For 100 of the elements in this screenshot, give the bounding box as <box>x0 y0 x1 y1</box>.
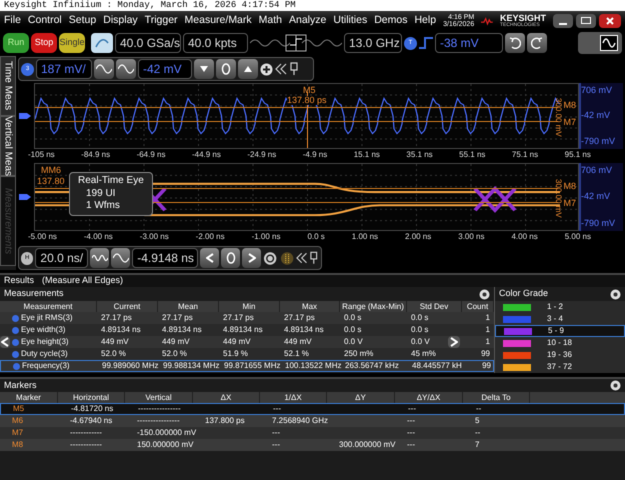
menu-item[interactable]: Setup <box>68 12 96 28</box>
table-cell: --- <box>272 440 280 449</box>
table-cell: 1 <box>486 324 490 336</box>
marker-row[interactable]: M7 ------------ -150.000000 mV --- --- -- <box>0 427 625 439</box>
info-text: 1 Wfms <box>85 200 121 212</box>
pin-icon[interactable] <box>309 251 319 265</box>
rising-edge-icon <box>419 36 433 50</box>
x-axis-label: -64.9 ns <box>136 149 166 161</box>
display-mode-button[interactable] <box>578 32 622 54</box>
menu-item[interactable]: Trigger <box>144 12 178 28</box>
table-cell: M6 <box>12 416 24 425</box>
measurement-row[interactable]: Frequency(3) 99.989060 MHz 99.988134 MHz 99.871655 MHz 100.13522 MHz 263.56747 kHz 48.445577 kH 99 <box>0 360 494 372</box>
undo-button[interactable] <box>505 33 525 53</box>
zoom-in-button[interactable] <box>111 248 130 268</box>
menu-item[interactable]: Demos <box>374 12 408 28</box>
table-cell: 4.89134 ns <box>101 324 141 336</box>
menu-item[interactable]: Control <box>28 12 62 28</box>
scroll-right-button[interactable] <box>242 248 262 268</box>
vertical-offset-field[interactable]: -42 mV <box>138 59 192 79</box>
menu-item[interactable]: Help <box>414 12 436 28</box>
bandwidth-field[interactable]: 13.0 GHz <box>344 33 402 53</box>
window-title: Keysight Infiniium : Monday, March 16, 2026 4:17:54 PM <box>0 0 625 11</box>
table-cell: M5 <box>13 404 24 413</box>
x-axis-label: 4.00 ns <box>511 231 538 243</box>
color-grade-row[interactable]: 3 - 4 <box>495 313 625 325</box>
x-axis-label: -2.00 ns <box>196 231 225 243</box>
table-cell: 250 m% <box>344 348 374 360</box>
color-grade-row[interactable]: 19 - 36 <box>495 349 625 361</box>
time-position-field[interactable]: -4.9148 ns <box>132 248 198 268</box>
center-button[interactable] <box>216 59 236 79</box>
table-cell: 52.0 % <box>101 348 126 360</box>
table-cell: 263.56747 kHz <box>345 360 399 372</box>
next-button[interactable] <box>448 336 460 348</box>
menu-item[interactable]: Display <box>103 12 138 28</box>
marker-label: M7 <box>563 197 576 210</box>
logo-icon <box>481 14 493 26</box>
table-cell: 0.0 s <box>411 312 428 324</box>
vertical-scale-field[interactable]: 187 mV/ <box>36 59 92 79</box>
table-cell: 7 <box>475 440 480 449</box>
minimize-button[interactable] <box>553 14 573 28</box>
marker-row[interactable]: M6 -4.67940 ns ---------------- 137.800 ps 7.2568940 GHz --- 5 <box>0 415 625 427</box>
filter-button[interactable] <box>116 59 136 79</box>
close-button[interactable] <box>599 14 621 28</box>
marker-row[interactable]: M5 -4.81720 ns ---------------- --- --- -- <box>0 403 625 415</box>
marker-row[interactable]: M8 ------------ 150.000000 mV --- 300.000000 mV --- 7 <box>0 439 625 451</box>
autoscale-button[interactable] <box>91 33 113 53</box>
zoom-out-button[interactable] <box>90 248 110 268</box>
x-axis-label: -1.00 ns <box>252 231 280 243</box>
side-tab[interactable]: Time Meas <box>0 56 16 116</box>
collapse-icon[interactable] <box>275 63 287 75</box>
measurement-row[interactable]: Eye height(3) 449 mV 449 mV 449 mV 449 mV 0.0 V 0.0 V 1 <box>0 336 494 348</box>
pin-icon[interactable] <box>289 62 299 76</box>
timebase-icon[interactable] <box>280 250 294 266</box>
center-button[interactable] <box>221 248 240 268</box>
menu-item[interactable]: Measure/Mark <box>184 12 252 28</box>
memory-depth-field[interactable]: 40.0 kpts <box>183 33 248 53</box>
table-cell: 100.13522 MHz <box>285 360 342 372</box>
marker-label: MM6 <box>41 164 61 177</box>
redo-icon <box>531 37 543 49</box>
measurement-row[interactable]: Eye jit RMS(3) 27.17 ps 27.17 ps 27.17 ps 27.17 ps 0.0 s 0.0 s 1 <box>0 312 494 324</box>
settings-icon[interactable] <box>479 288 490 300</box>
sample-rate-field[interactable]: 40.0 GSa/s <box>115 33 181 53</box>
measurement-row[interactable]: Duty cycle(3) 52.0 % 52.0 % 51.9 % 52.1 % 250 m% 45 m% 99 <box>0 348 494 360</box>
acquisition-button[interactable]: Stop <box>31 33 57 53</box>
menu-item[interactable]: Utilities <box>333 12 368 28</box>
color-grade-row[interactable]: 1 - 2 <box>495 301 625 313</box>
settings-icon[interactable] <box>610 288 621 300</box>
maximize-button[interactable] <box>576 14 596 28</box>
scroll-down-button[interactable] <box>194 59 214 79</box>
table-cell: 27.17 ps <box>101 312 132 324</box>
menu-item[interactable]: Math <box>258 12 282 28</box>
table-cell: 1 <box>486 312 490 324</box>
trigger-level-field[interactable]: -38 mV <box>435 33 503 53</box>
time-scale-field[interactable]: 20.0 ns/ <box>35 248 88 268</box>
x-axis-label: -24.9 ns <box>247 149 276 161</box>
scroll-left-button[interactable] <box>200 248 220 268</box>
table-cell: 449 mV <box>101 336 129 348</box>
x-axis-label: -4.00 ns <box>84 231 113 243</box>
waveform-icon <box>118 64 134 74</box>
menu-item[interactable]: File <box>4 12 21 28</box>
color-grade-row[interactable]: 5 - 9 <box>495 325 625 337</box>
measurement-row[interactable]: Eye width(3) 4.89134 ns 4.89134 ns 4.89134 ns 4.89134 ns 0.0 s 0.0 s 1 <box>0 324 494 336</box>
side-tab[interactable]: Vertical Meas <box>0 116 16 176</box>
acquisition-button[interactable]: Single <box>59 33 85 53</box>
color-grade-row[interactable]: 37 - 72 <box>495 361 625 373</box>
table-cell: 449 mV <box>284 336 312 348</box>
scroll-up-button[interactable] <box>238 59 258 79</box>
redo-button[interactable] <box>527 33 547 53</box>
table-cell: -150.000000 mV <box>137 428 196 437</box>
settings-icon[interactable] <box>610 380 621 391</box>
zoom-icon[interactable] <box>263 250 278 266</box>
marker-label: M7 <box>563 116 576 129</box>
x-axis-label: -4.9 ns <box>302 149 328 161</box>
add-icon[interactable] <box>260 62 273 76</box>
waveform-icon <box>112 253 129 263</box>
color-grade-row[interactable]: 10 - 18 <box>495 337 625 349</box>
coupling-button[interactable] <box>94 59 114 79</box>
previous-button[interactable] <box>0 336 10 348</box>
menu-item[interactable]: Analyze <box>289 12 326 28</box>
collapse-icon[interactable] <box>296 252 308 264</box>
